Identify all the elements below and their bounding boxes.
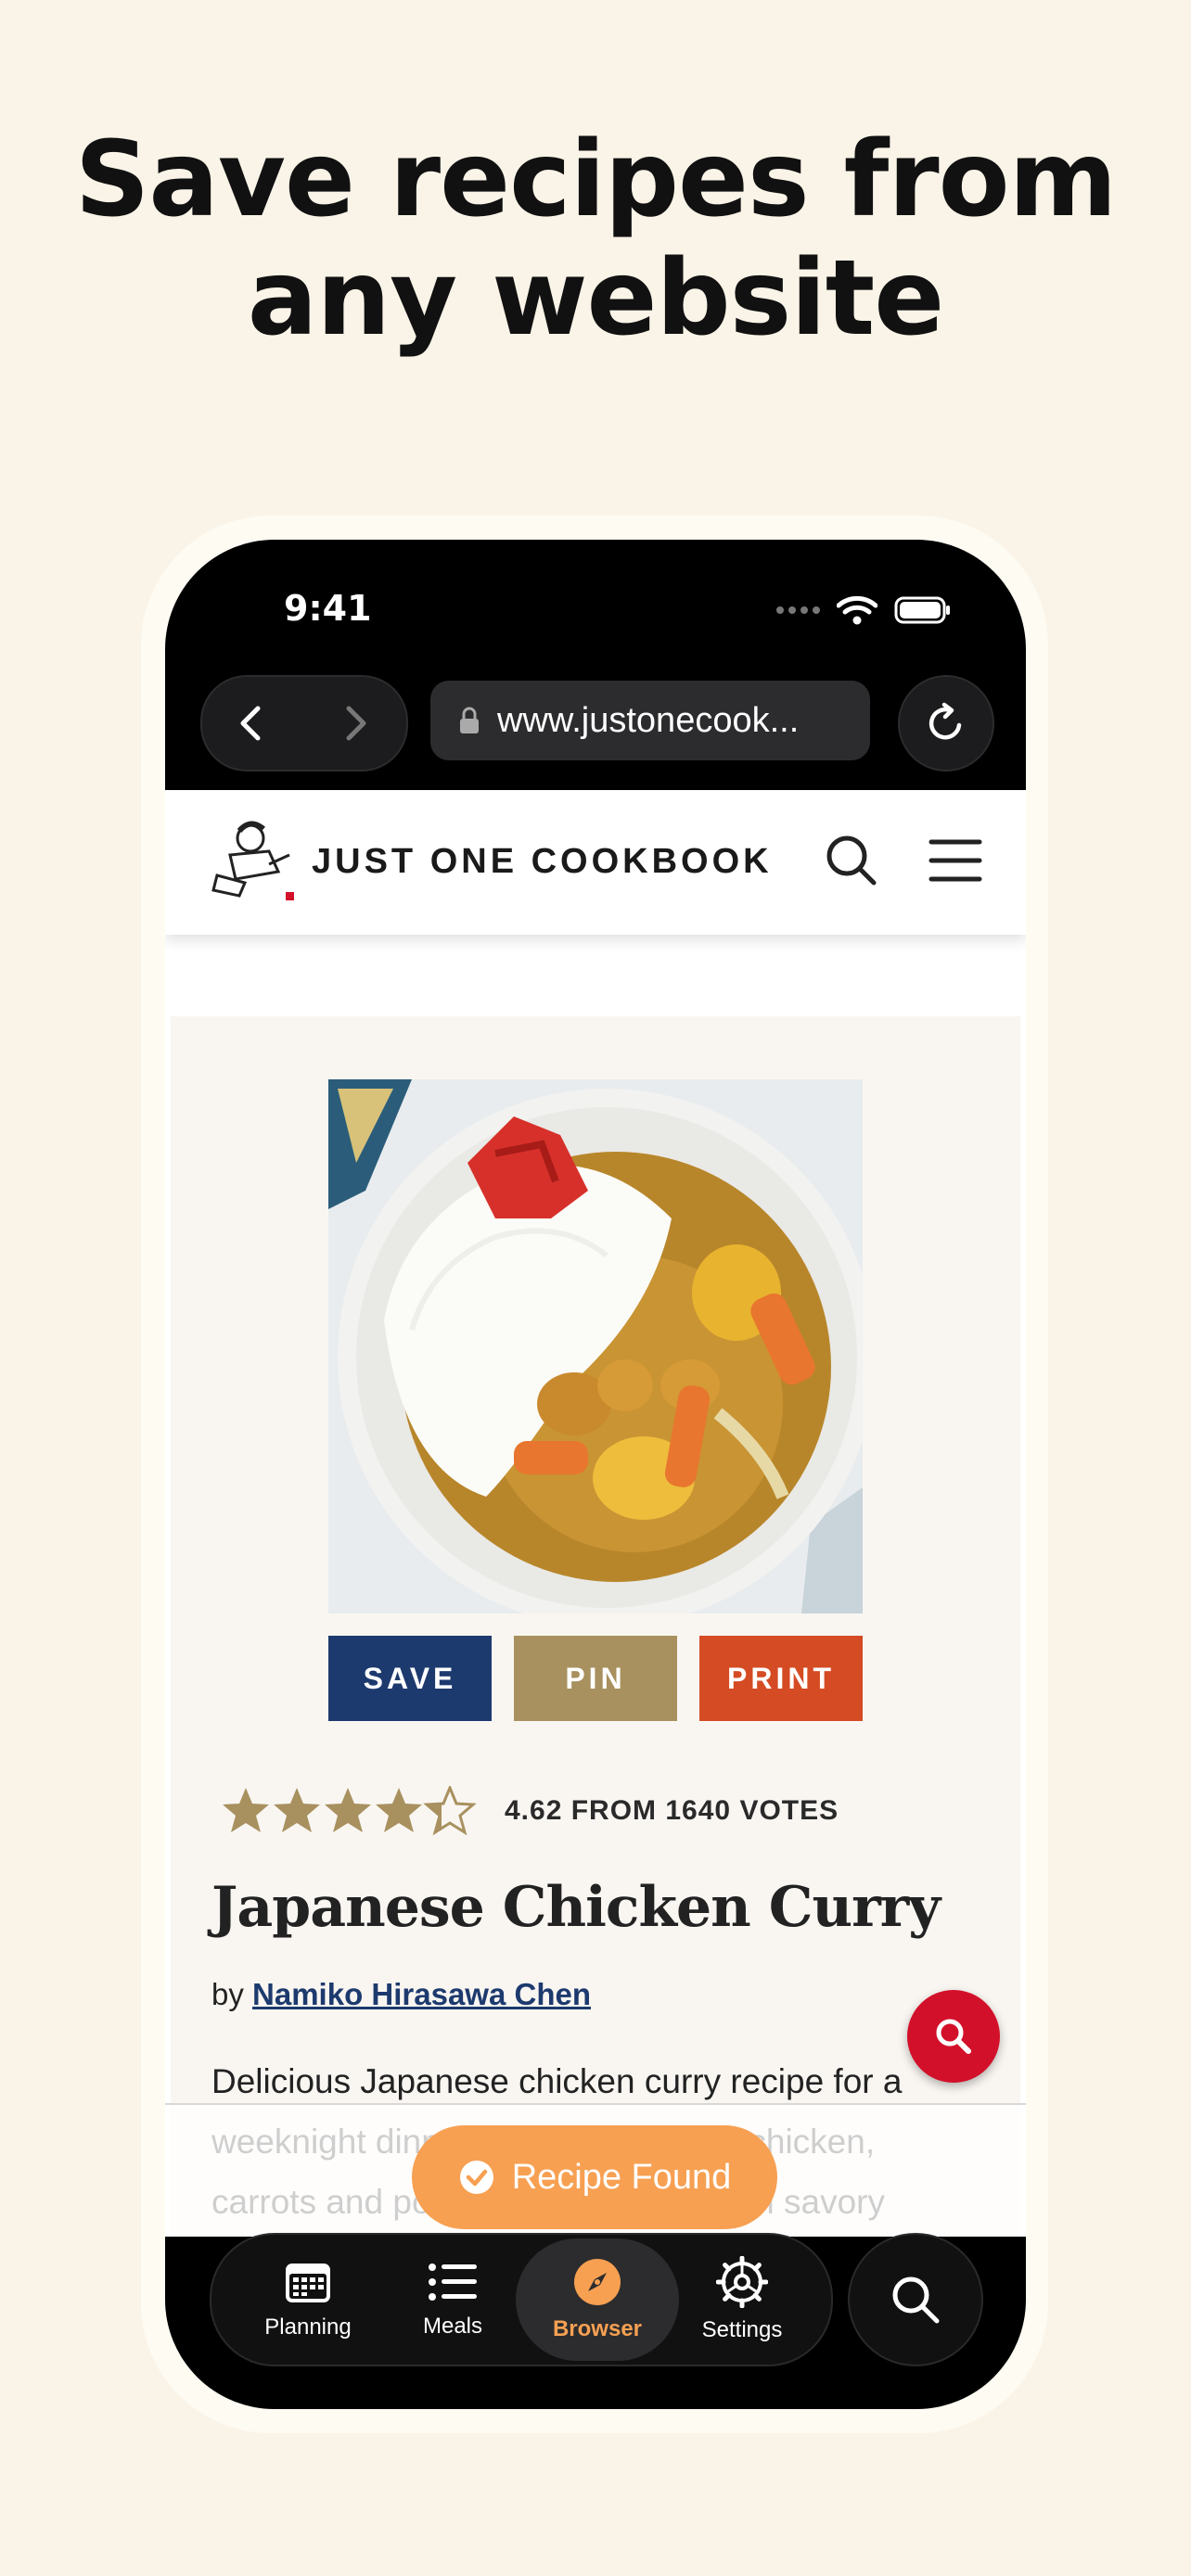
rating-text: 4.62 FROM 1640 VOTES [505, 1795, 839, 1826]
tab-planning-label: Planning [264, 2315, 352, 2340]
logo-icon[interactable] [208, 818, 297, 903]
search-icon[interactable] [822, 831, 881, 890]
lock-icon [460, 707, 479, 733]
cellular-icon [776, 606, 820, 614]
menu-icon[interactable] [928, 833, 983, 888]
save-button[interactable]: SAVE [328, 1636, 492, 1721]
tab-search-button[interactable] [848, 2233, 983, 2366]
tab-meals-label: Meals [422, 2314, 483, 2339]
phone-screen: 9:41 www.justonecook... JUST ONE COOKBOO… [165, 540, 1026, 2409]
recipe-photo [328, 1079, 863, 1613]
rating: 4.62 FROM 1640 VOTES [221, 1786, 839, 1836]
tab-bar: Planning Meals Browser Settings [210, 2233, 833, 2366]
calendar-icon [286, 2264, 330, 2302]
tab-meals[interactable]: Meals [371, 2238, 534, 2361]
byline: by Namiko Hirasawa Chen [211, 1977, 591, 2012]
headline-line-1: Save recipes from [74, 120, 1118, 240]
author-link[interactable]: Namiko Hirasawa Chen [252, 1977, 591, 2011]
recipe-title: Japanese Chicken Curry [211, 1875, 941, 1940]
print-button[interactable]: PRINT [699, 1636, 863, 1721]
search-icon [892, 2276, 940, 2324]
site-header: JUST ONE COOKBOOK [165, 790, 1026, 935]
site-brand[interactable]: JUST ONE COOKBOOK [312, 842, 773, 882]
reload-icon [928, 702, 962, 740]
back-icon[interactable] [230, 701, 275, 746]
status-time: 9:41 [284, 588, 372, 629]
wifi-icon [837, 595, 877, 625]
tab-browser-label: Browser [552, 2316, 643, 2341]
compass-icon [574, 2259, 621, 2305]
pin-button[interactable]: PIN [514, 1636, 677, 1721]
headline: Save recipes from any website [0, 121, 1191, 358]
reload-button[interactable] [898, 675, 994, 772]
tab-settings-label: Settings [701, 2317, 783, 2342]
status-icons [776, 595, 952, 625]
toast-label: Recipe Found [511, 2157, 732, 2197]
list-icon [429, 2264, 477, 2301]
check-circle-icon [459, 2161, 493, 2194]
gear-icon [716, 2256, 768, 2308]
navigation-buttons [200, 675, 408, 772]
byline-prefix: by [211, 1977, 244, 2011]
headline-line-2: any website [247, 238, 944, 359]
recipe-found-toast[interactable]: Recipe Found [412, 2125, 777, 2229]
forward-icon[interactable] [332, 701, 377, 746]
star-rating [223, 1786, 475, 1834]
webpage: JUST ONE COOKBOOK SAVE PIN PRINT 4.62 FR… [165, 790, 1026, 2237]
url-text: www.justonecook... [497, 700, 800, 740]
search-icon [936, 2019, 971, 2054]
battery-icon [894, 596, 950, 624]
url-bar[interactable]: www.justonecook... [430, 681, 870, 760]
tab-planning[interactable]: Planning [226, 2238, 390, 2361]
search-fab[interactable] [907, 1990, 1000, 2083]
tab-browser[interactable]: Browser [516, 2238, 679, 2361]
tab-settings[interactable]: Settings [660, 2238, 824, 2361]
